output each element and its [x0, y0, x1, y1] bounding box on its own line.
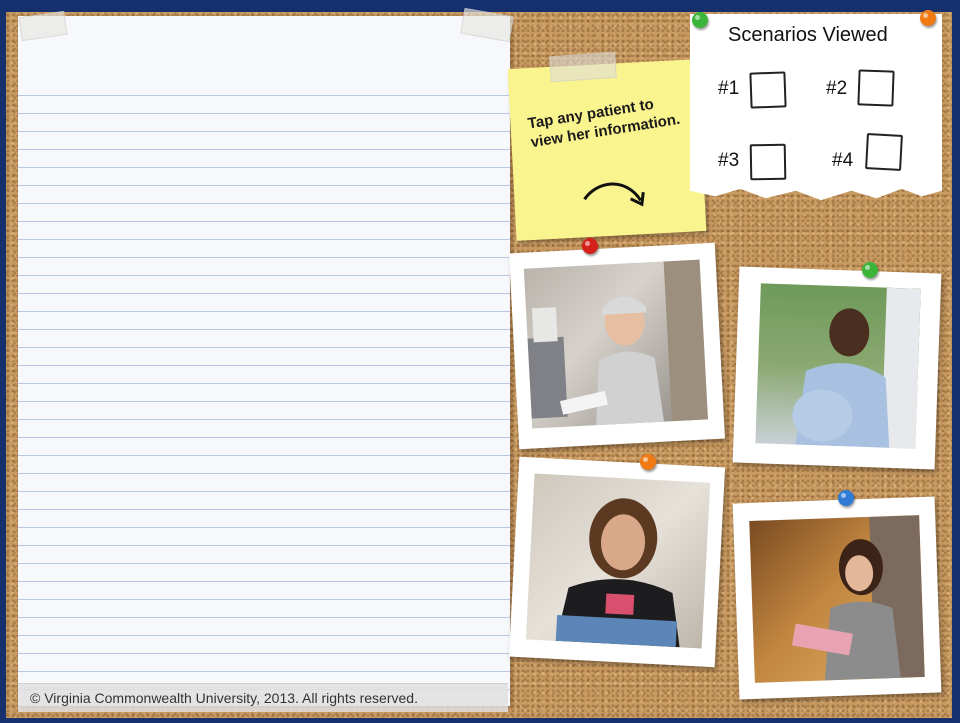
- pushpin-orange-icon: [920, 10, 936, 26]
- copyright-text: © Virginia Commonwealth University, 2013…: [18, 683, 508, 712]
- patient-photo-4[interactable]: [732, 496, 942, 700]
- patient-photo-icon: [755, 283, 921, 449]
- pushpin-orange-icon: [640, 454, 656, 470]
- outdoor-scene-icon: [792, 287, 921, 449]
- sticky-note: Tap any patient to view her information.: [507, 59, 707, 241]
- scenario-checkbox-1: [749, 71, 787, 109]
- scenario-checkbox-2: [857, 69, 895, 107]
- patient-photo-2[interactable]: [732, 266, 942, 470]
- notebook-paper: [18, 16, 510, 706]
- patient-photo-icon: [523, 259, 708, 429]
- scenarios-title: Scenarios Viewed: [728, 24, 888, 46]
- scenario-checkbox-3: [749, 143, 787, 181]
- pushpin-blue-icon: [838, 490, 854, 506]
- kitchen-scene-icon: [527, 259, 708, 426]
- patient-photo-1[interactable]: [509, 242, 725, 450]
- pushpin-green-icon: [862, 262, 878, 278]
- sticky-note-text: Tap any patient to view her information.: [526, 95, 682, 152]
- scenario-label-4: #4: [832, 150, 854, 171]
- pushpin-green-icon: [692, 12, 708, 28]
- curved-arrow-icon: [583, 182, 645, 207]
- scenario-label-3: #3: [718, 150, 740, 171]
- scenario-checkbox-4: [865, 133, 903, 171]
- scenario-label-2: #2: [826, 78, 848, 99]
- pushpin-red-icon: [582, 238, 598, 254]
- patient-photo-3[interactable]: [508, 456, 726, 668]
- scenario-label-1: #1: [718, 78, 740, 99]
- scenarios-card: Scenarios Viewed #1 #2 #3 #4: [690, 14, 942, 201]
- patient-photo-icon: [749, 515, 925, 683]
- app-frame: © Virginia Commonwealth University, 2013…: [0, 0, 960, 723]
- paper-top-margin: [18, 16, 510, 78]
- hallway-scene-icon: [791, 515, 925, 681]
- portrait-scene-icon: [555, 498, 680, 648]
- patient-photo-icon: [525, 473, 711, 649]
- tape-sticky: [549, 51, 617, 83]
